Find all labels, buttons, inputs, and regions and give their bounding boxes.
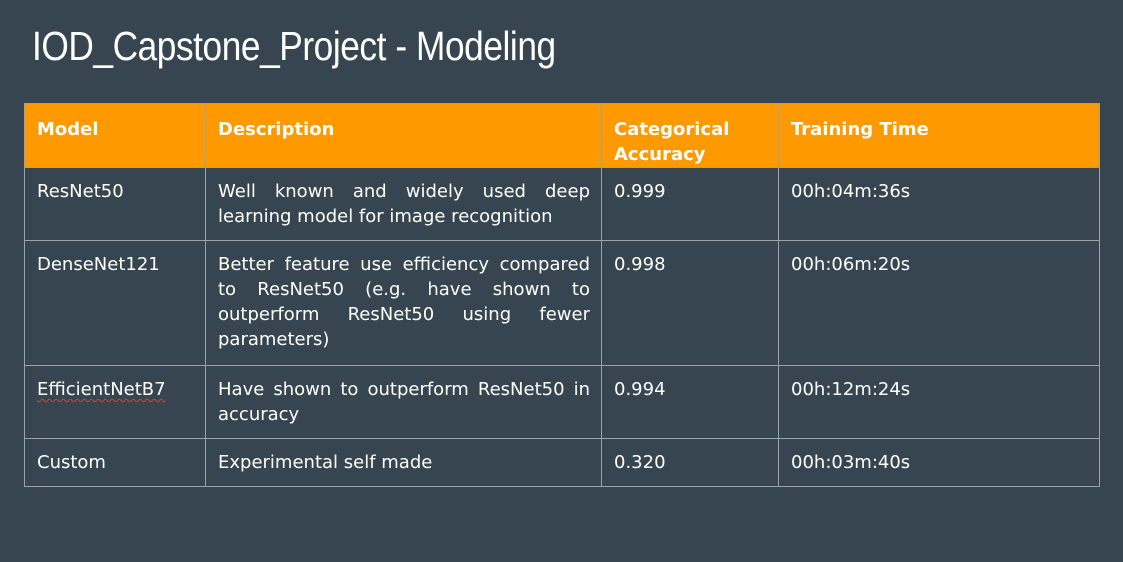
cell-accuracy: 0.994: [601, 365, 779, 439]
cell-description: Well known and widely used deep learning…: [205, 167, 602, 241]
cell-accuracy: 0.998: [601, 240, 779, 366]
table-row: ResNet50 Well known and widely used deep…: [24, 167, 1100, 241]
cell-training-time: 00h:12m:24s: [778, 365, 1100, 439]
table-row: DenseNet121 Better feature use efficienc…: [24, 240, 1100, 366]
table-row: EfficientNetB7 Have shown to outperform …: [24, 365, 1100, 439]
cell-description: Have shown to outperform ResNet50 in acc…: [205, 365, 602, 439]
header-description: Description: [205, 103, 602, 168]
spellcheck-flagged-word: EfficientNetB7: [37, 379, 166, 400]
cell-description: Experimental self made: [205, 438, 602, 487]
cell-model: Custom: [24, 438, 206, 487]
table-row: Custom Experimental self made 0.320 00h:…: [24, 438, 1100, 487]
cell-training-time: 00h:03m:40s: [778, 438, 1100, 487]
model-comparison-table: Model Description Categorical Accuracy T…: [24, 103, 1100, 487]
cell-model: EfficientNetB7: [24, 365, 206, 439]
cell-description: Better feature use efficiency compared t…: [205, 240, 602, 366]
cell-model: ResNet50: [24, 167, 206, 241]
slide-title: IOD_Capstone_Project - Modeling: [32, 23, 556, 69]
cell-training-time: 00h:04m:36s: [778, 167, 1100, 241]
table-header-row: Model Description Categorical Accuracy T…: [24, 103, 1100, 168]
cell-accuracy: 0.999: [601, 167, 779, 241]
header-model: Model: [24, 103, 206, 168]
header-training-time: Training Time: [778, 103, 1100, 168]
cell-model: DenseNet121: [24, 240, 206, 366]
cell-accuracy: 0.320: [601, 438, 779, 487]
cell-training-time: 00h:06m:20s: [778, 240, 1100, 366]
header-accuracy: Categorical Accuracy: [601, 103, 779, 168]
